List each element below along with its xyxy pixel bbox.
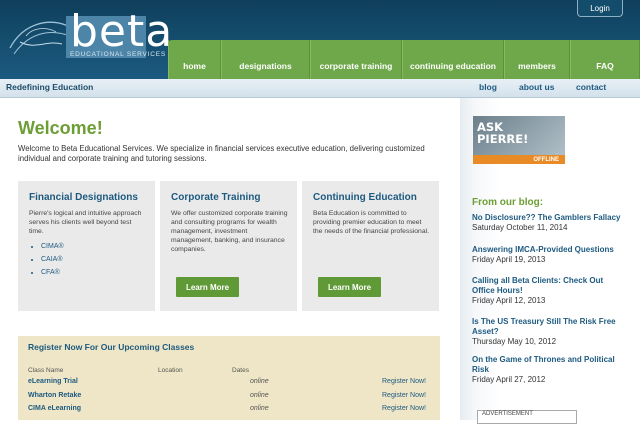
nav-continuing-education[interactable]: continuing education xyxy=(402,40,504,80)
card-text: We offer customized corporate training a… xyxy=(171,210,288,253)
blog-post: Is The US Treasury Still The Risk Free A… xyxy=(472,317,628,347)
subnav-contact[interactable]: contact xyxy=(576,82,606,92)
table-row: eLearning Trial online Register Now! xyxy=(18,378,440,390)
card-title[interactable]: Corporate Training xyxy=(171,192,260,203)
card-text: Beta Education is committed to providing… xyxy=(313,210,430,235)
class-date: online xyxy=(250,392,269,399)
page-title: Welcome! xyxy=(18,118,103,138)
col-header-location: Location xyxy=(158,367,183,374)
class-date: online xyxy=(250,378,269,385)
blog-heading: From our blog: xyxy=(472,197,544,208)
nav-faq[interactable]: FAQ xyxy=(570,40,640,80)
blog-post-date: Thursday May 10, 2012 xyxy=(472,337,557,346)
card-financial-designations: Financial Designations Pierre's logical … xyxy=(18,181,155,311)
card-continuing-education: Continuing Education Beta Education is c… xyxy=(302,181,439,311)
blog-post-title[interactable]: No Disclosure?? The Gamblers Fallacy xyxy=(472,213,628,223)
advertisement-box: ADVERTISEMENT xyxy=(477,410,577,424)
card-title[interactable]: Financial Designations xyxy=(29,192,138,203)
register-link[interactable]: Register Now! xyxy=(382,378,426,385)
learn-more-button[interactable]: Learn More xyxy=(176,277,239,297)
subnav-blog[interactable]: blog xyxy=(479,82,497,92)
col-header-class-name: Class Name xyxy=(28,367,64,374)
ask-pierre-title: ASK PIERRE! xyxy=(477,121,528,145)
blog-post: Calling all Beta Clients: Check Out Offi… xyxy=(472,276,628,306)
blog-post-title[interactable]: Calling all Beta Clients: Check Out Offi… xyxy=(472,276,628,296)
class-name[interactable]: CIMA eLearning xyxy=(28,405,81,412)
list-item-caia[interactable]: CAIA® xyxy=(41,256,64,263)
nav-home[interactable]: home xyxy=(168,40,221,80)
blog-post: No Disclosure?? The Gamblers Fallacy Sat… xyxy=(472,213,628,233)
blog-post-date: Saturday October 11, 2014 xyxy=(472,223,568,232)
blog-post-title[interactable]: Is The US Treasury Still The Risk Free A… xyxy=(472,317,628,337)
blog-post-date: Friday April 12, 2013 xyxy=(472,296,546,305)
main-nav: home designations corporate training con… xyxy=(168,40,640,80)
list-item-cfa[interactable]: CFA® xyxy=(41,269,64,276)
site-header: beta EDUCATIONAL SERVICES Login home des… xyxy=(0,0,640,80)
register-link[interactable]: Register Now! xyxy=(382,392,426,399)
table-row: Wharton Retake online Register Now! xyxy=(18,392,440,404)
designation-list: CIMA® CAIA® CFA® xyxy=(29,243,64,282)
register-link[interactable]: Register Now! xyxy=(382,405,426,412)
learn-more-button[interactable]: Learn More xyxy=(318,277,381,297)
class-name[interactable]: Wharton Retake xyxy=(28,392,81,399)
subnav-about-us[interactable]: about us xyxy=(519,82,554,92)
table-row: CIMA eLearning online Register Now! xyxy=(18,405,440,417)
blog-post-title[interactable]: On the Game of Thrones and Political Ris… xyxy=(472,355,628,375)
offline-status-badge: OFFLINE xyxy=(473,155,565,164)
blog-post-title[interactable]: Answering IMCA-Provided Questions xyxy=(472,245,628,255)
col-header-dates: Dates xyxy=(232,367,249,374)
upcoming-classes-panel: Register Now For Our Upcoming Classes Cl… xyxy=(18,336,440,420)
card-text: Pierre's logical and intuitive approach … xyxy=(29,210,142,235)
ask-pierre-widget[interactable]: ASK PIERRE! OFFLINE xyxy=(473,116,565,164)
nav-corporate-training[interactable]: corporate training xyxy=(310,40,402,80)
blog-post-date: Friday April 27, 2012 xyxy=(472,375,546,384)
blog-post: On the Game of Thrones and Political Ris… xyxy=(472,355,628,385)
classes-title: Register Now For Our Upcoming Classes xyxy=(28,342,195,352)
class-name[interactable]: eLearning Trial xyxy=(28,378,78,385)
blog-post-date: Friday April 19, 2013 xyxy=(472,255,546,264)
intro-text: Welcome to Beta Educational Services. We… xyxy=(18,144,425,163)
nav-designations[interactable]: designations xyxy=(221,40,310,80)
card-corporate-training: Corporate Training We offer customized c… xyxy=(160,181,297,311)
login-button[interactable]: Login xyxy=(577,0,623,17)
site-logo[interactable]: beta xyxy=(70,6,173,57)
list-item-cima[interactable]: CIMA® xyxy=(41,243,64,250)
ask-line-2: PIERRE! xyxy=(477,132,529,146)
card-title[interactable]: Continuing Education xyxy=(313,192,417,203)
tagline: Redefining Education xyxy=(6,82,94,92)
nav-members[interactable]: members xyxy=(504,40,570,80)
logo-subtitle: EDUCATIONAL SERVICES xyxy=(70,51,167,58)
sub-nav-bar: Redefining Education blog about us conta… xyxy=(0,79,640,98)
blog-post: Answering IMCA-Provided Questions Friday… xyxy=(472,245,628,265)
class-date: online xyxy=(250,405,269,412)
